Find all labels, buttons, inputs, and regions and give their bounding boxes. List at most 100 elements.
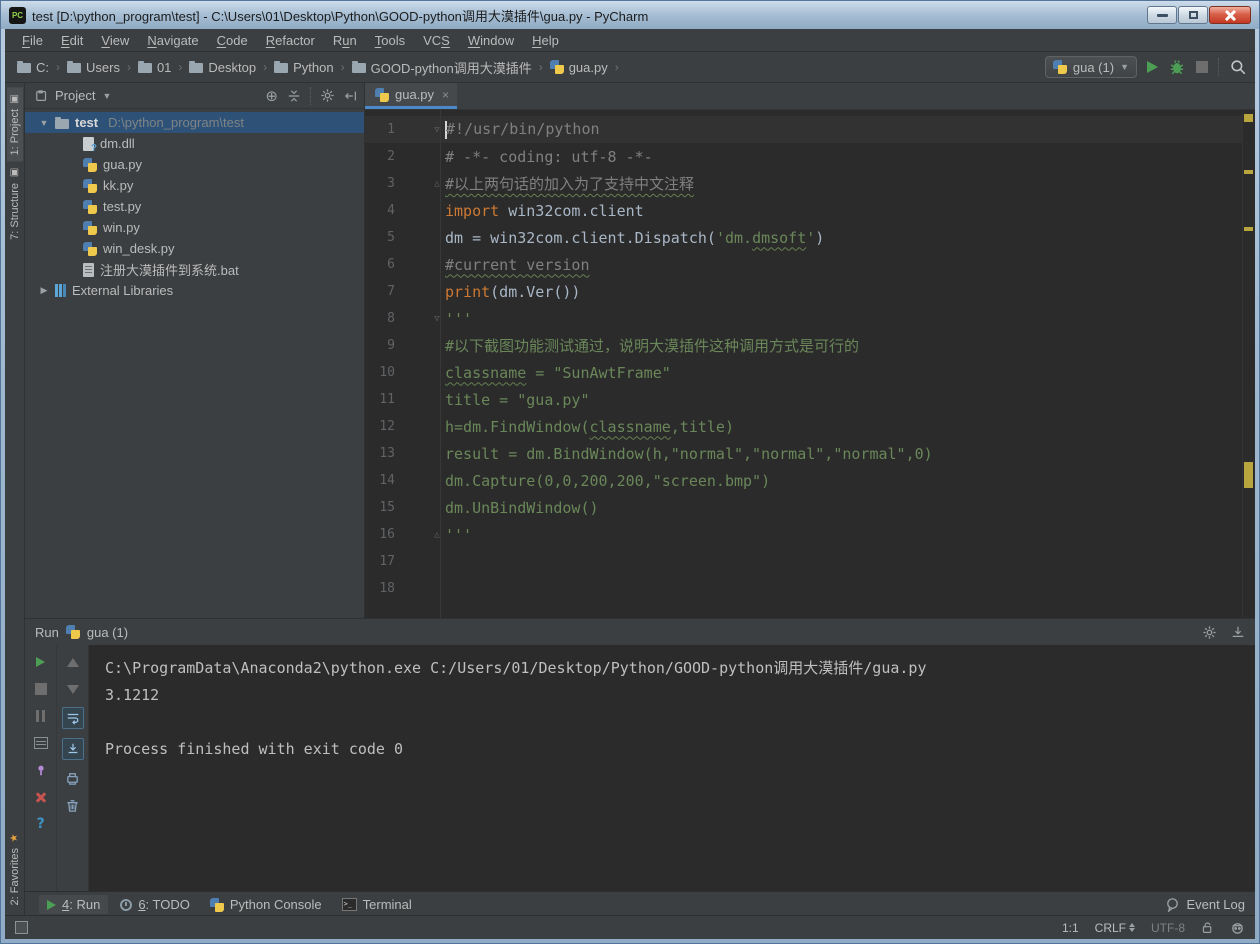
unlock-icon[interactable] xyxy=(1201,921,1214,934)
tree-expand-arrow[interactable]: ▼ xyxy=(39,118,49,128)
menu-run[interactable]: Run xyxy=(324,29,366,51)
prev-occurrence-button[interactable] xyxy=(64,653,82,671)
fold-marker-icon[interactable]: ▽ xyxy=(429,125,445,135)
tree-item--bat[interactable]: 注册大漠插件到系统.bat xyxy=(25,259,364,280)
menu-tools[interactable]: Tools xyxy=(366,29,414,51)
next-occurrence-button[interactable] xyxy=(64,680,82,698)
run-button[interactable] xyxy=(1147,61,1158,73)
tool-window-quick-access-icon[interactable] xyxy=(15,921,28,934)
code-line-15[interactable]: 15dm.UnBindWindow() xyxy=(365,494,1255,521)
caret-position[interactable]: 1:1 xyxy=(1062,921,1079,935)
tree-item-test-py[interactable]: test.py xyxy=(25,196,364,217)
line-number[interactable]: 13 xyxy=(365,446,395,461)
tree-item-gua-py[interactable]: gua.py xyxy=(25,154,364,175)
fold-marker-icon[interactable]: ▽ xyxy=(429,314,445,324)
line-number[interactable]: 14 xyxy=(365,473,395,488)
code-line-10[interactable]: 10classname = "SunAwtFrame" xyxy=(365,359,1255,386)
stripe-2-favorites[interactable]: 2: Favorites★ xyxy=(7,826,23,911)
tab-gua-py[interactable]: gua.py × xyxy=(365,83,457,109)
event-log-button[interactable]: Event Log xyxy=(1165,897,1245,912)
line-separator-select[interactable]: CRLF xyxy=(1095,921,1135,935)
code-editor[interactable]: 1▽#!/usr/bin/python2# -*- coding: utf-8 … xyxy=(365,110,1255,618)
code-line-18[interactable]: 18 xyxy=(365,575,1255,602)
code-line-1[interactable]: 1▽#!/usr/bin/python xyxy=(365,116,1255,143)
print-button[interactable] xyxy=(64,769,82,787)
stop-button[interactable] xyxy=(32,680,50,698)
code-line-16[interactable]: 16△''' xyxy=(365,521,1255,548)
line-number[interactable]: 15 xyxy=(365,500,395,515)
line-number[interactable]: 11 xyxy=(365,392,395,407)
warning-mark[interactable] xyxy=(1244,170,1253,174)
code-line-12[interactable]: 12h=dm.FindWindow(classname,title) xyxy=(365,413,1255,440)
code-line-11[interactable]: 11title = "gua.py" xyxy=(365,386,1255,413)
line-number[interactable]: 2 xyxy=(365,149,395,164)
menu-navigate[interactable]: Navigate xyxy=(138,29,207,51)
inspections-hector-icon[interactable] xyxy=(1230,920,1245,935)
minimize-button[interactable] xyxy=(1147,6,1177,24)
tree-root-test[interactable]: ▼testD:\python_program\test xyxy=(25,112,364,133)
chevron-down-icon[interactable]: ▼ xyxy=(102,91,111,101)
menu-code[interactable]: Code xyxy=(208,29,257,51)
code-line-17[interactable]: 17 xyxy=(365,548,1255,575)
tool-window-button-6-todo[interactable]: 6: TODO xyxy=(112,895,198,914)
menu-help[interactable]: Help xyxy=(523,29,568,51)
hide-panel-icon[interactable] xyxy=(344,89,358,103)
menu-view[interactable]: View xyxy=(92,29,138,51)
search-everywhere-icon[interactable] xyxy=(1229,58,1247,76)
line-number[interactable]: 3 xyxy=(365,176,395,191)
stripe-7-structure[interactable]: 7: Structure▣ xyxy=(7,161,23,246)
code-line-2[interactable]: 2# -*- coding: utf-8 -*- xyxy=(365,143,1255,170)
breadcrumb-item[interactable]: Python xyxy=(272,60,335,75)
stripe-1-project[interactable]: 1: Project▣ xyxy=(7,87,23,161)
stop-button[interactable] xyxy=(1196,61,1208,73)
menu-window[interactable]: Window xyxy=(459,29,523,51)
title-bar[interactable]: PC test [D:\python_program\test] - C:\Us… xyxy=(1,1,1259,29)
project-panel-title[interactable]: Project xyxy=(55,88,95,103)
tree-item-external-libraries[interactable]: ▶External Libraries xyxy=(25,280,364,301)
code-line-8[interactable]: 8▽''' xyxy=(365,305,1255,332)
line-number[interactable]: 7 xyxy=(365,284,395,299)
run-configuration-select[interactable]: gua (1) ▼ xyxy=(1045,56,1137,78)
soft-wrap-toggle[interactable] xyxy=(62,707,84,729)
scrollbar-thumb[interactable] xyxy=(1244,462,1253,488)
rerun-button[interactable] xyxy=(32,653,50,671)
code-line-6[interactable]: 6#current version xyxy=(365,251,1255,278)
restore-button[interactable] xyxy=(1178,6,1208,24)
breadcrumb-item[interactable]: GOOD-python调用大漠插件 xyxy=(350,58,534,77)
line-number[interactable]: 8 xyxy=(365,311,395,326)
line-number[interactable]: 1 xyxy=(365,122,395,137)
menu-edit[interactable]: Edit xyxy=(52,29,92,51)
code-line-4[interactable]: 4import win32com.client xyxy=(365,197,1255,224)
tool-window-button-4-run[interactable]: 4: Run xyxy=(39,895,108,914)
tree-collapse-arrow[interactable]: ▶ xyxy=(39,285,49,296)
help-button[interactable]: ? xyxy=(32,815,50,833)
line-number[interactable]: 18 xyxy=(365,581,395,596)
warning-mark[interactable] xyxy=(1244,114,1253,122)
breadcrumb-item[interactable]: 01 xyxy=(136,60,173,75)
line-number[interactable]: 10 xyxy=(365,365,395,380)
line-number[interactable]: 17 xyxy=(365,554,395,569)
tree-item-dm-dll[interactable]: dm.dll xyxy=(25,133,364,154)
collapse-all-icon[interactable] xyxy=(287,89,301,103)
line-number[interactable]: 12 xyxy=(365,419,395,434)
menu-file[interactable]: File xyxy=(13,29,52,51)
hide-panel-icon[interactable] xyxy=(1231,625,1245,639)
gear-settings-icon[interactable] xyxy=(320,88,335,103)
code-line-3[interactable]: 3△#以上两句话的加入为了支持中文注释 xyxy=(365,170,1255,197)
breadcrumb-item[interactable]: Users xyxy=(65,60,122,75)
error-stripe[interactable] xyxy=(1242,110,1255,618)
close-button[interactable] xyxy=(1209,6,1251,24)
breadcrumb-item[interactable]: gua.py xyxy=(548,60,610,75)
run-console-output[interactable]: C:\ProgramData\Anaconda2\python.exe C:/U… xyxy=(89,645,1255,891)
fold-marker-icon[interactable]: △ xyxy=(429,530,445,540)
locate-file-icon[interactable]: ⊕ xyxy=(265,87,278,105)
line-number[interactable]: 4 xyxy=(365,203,395,218)
scroll-to-end-toggle[interactable] xyxy=(62,738,84,760)
line-number[interactable]: 9 xyxy=(365,338,395,353)
restore-layout-button[interactable] xyxy=(32,734,50,752)
file-encoding[interactable]: UTF-8 xyxy=(1151,921,1185,935)
fold-marker-icon[interactable]: △ xyxy=(429,179,445,189)
clear-console-button[interactable] xyxy=(64,796,82,814)
breadcrumb-item[interactable]: Desktop xyxy=(187,60,258,75)
line-number[interactable]: 5 xyxy=(365,230,395,245)
